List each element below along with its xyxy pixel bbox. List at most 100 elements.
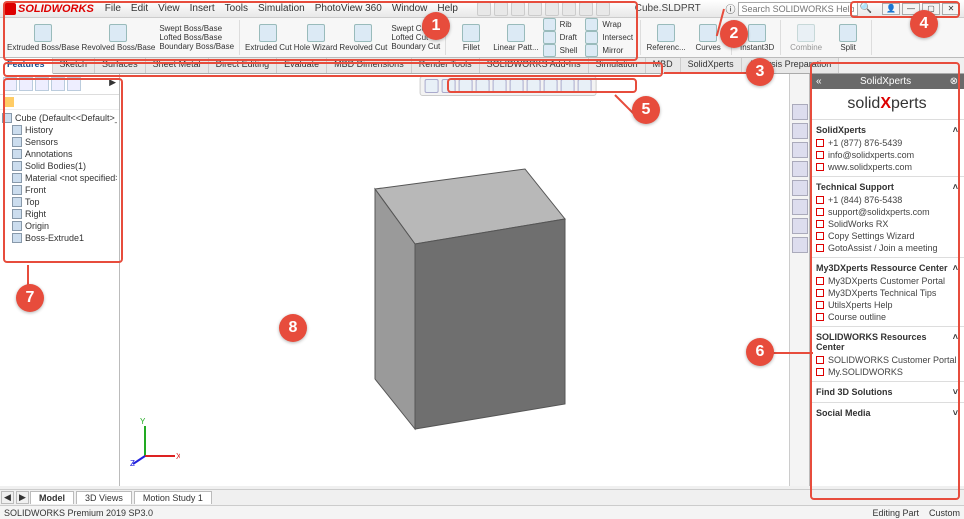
taskpane-solidxperts-icon[interactable] (792, 237, 808, 253)
tree-material[interactable]: Material <not specified> (2, 172, 117, 184)
close-button[interactable]: ✕ (942, 3, 960, 15)
taskpane-resources-icon[interactable] (792, 104, 808, 120)
fillet-button[interactable]: Fillet (451, 24, 491, 52)
help-icon[interactable]: ⓘ (726, 1, 736, 16)
copy-settings-wizard[interactable]: Copy Settings Wizard (816, 230, 958, 242)
menu-edit[interactable]: Edit (126, 2, 153, 15)
draft-button[interactable]: Draft (541, 31, 582, 44)
swept-boss-button[interactable]: Swept Boss/Base (157, 24, 236, 33)
section-header[interactable]: Find 3D Solutions˅ (816, 385, 958, 399)
tree-right-plane[interactable]: Right (2, 208, 117, 220)
taskpane-custom-props-icon[interactable] (792, 199, 808, 215)
fm-tab-display-icon[interactable] (67, 77, 81, 91)
section-header[interactable]: SolidXperts˄ (816, 123, 958, 137)
view-orientation-icon[interactable] (492, 79, 506, 93)
fm-tab-config-icon[interactable] (35, 77, 49, 91)
tab-direct-editing[interactable]: Direct Editing (209, 58, 278, 73)
revolved-boss-button[interactable]: Revolved Boss/Base (81, 24, 155, 52)
taskpane-forum-icon[interactable] (792, 218, 808, 234)
qat-options-icon[interactable] (596, 2, 610, 16)
fm-tab-property-icon[interactable] (19, 77, 33, 91)
tab-model[interactable]: Model (30, 491, 74, 504)
menu-insert[interactable]: Insert (185, 2, 220, 15)
tree-top-plane[interactable]: Top (2, 196, 117, 208)
tree-solid-bodies[interactable]: Solid Bodies(1) (2, 160, 117, 172)
taskpane-design-library-icon[interactable] (792, 123, 808, 139)
menu-view[interactable]: View (153, 2, 185, 15)
search-input[interactable] (738, 2, 858, 16)
split-button[interactable]: Split (828, 24, 868, 52)
tab-mbd[interactable]: MBD (646, 58, 681, 73)
taskpane-appearances-icon[interactable] (792, 180, 808, 196)
combine-button[interactable]: Combine (786, 24, 826, 52)
scroll-right-icon[interactable]: ▶ (16, 491, 29, 504)
support-phone[interactable]: +1 (844) 876-5438 (816, 194, 958, 206)
fm-expand-icon[interactable]: ▶ (109, 77, 116, 91)
qat-open-icon[interactable] (494, 2, 508, 16)
cube-model[interactable] (315, 129, 615, 449)
qat-save-icon[interactable] (511, 2, 525, 16)
edit-appearance-icon[interactable] (543, 79, 557, 93)
section-view-icon[interactable] (475, 79, 489, 93)
fm-tab-design-tree-icon[interactable] (3, 77, 17, 91)
menu-photoview[interactable]: PhotoView 360 (310, 2, 387, 15)
tab-sw-addins[interactable]: SOLIDWORKS Add-Ins (480, 58, 589, 73)
tab-surfaces[interactable]: Surfaces (95, 58, 146, 73)
revolved-cut-button[interactable]: Revolved Cut (339, 24, 387, 52)
tree-front-plane[interactable]: Front (2, 184, 117, 196)
intersect-button[interactable]: Intersect (583, 31, 637, 44)
view-settings-icon[interactable] (577, 79, 591, 93)
tab-sheet-metal[interactable]: Sheet Metal (146, 58, 209, 73)
tree-sensors[interactable]: Sensors (2, 136, 117, 148)
menu-window[interactable]: Window (387, 2, 433, 15)
shell-button[interactable]: Shell (541, 44, 582, 57)
sw-customer-portal[interactable]: SOLIDWORKS Customer Portal (816, 354, 958, 366)
section-header[interactable]: Technical Support˄ (816, 180, 958, 194)
zoom-area-icon[interactable] (441, 79, 455, 93)
tree-history[interactable]: History (2, 124, 117, 136)
contact-web[interactable]: www.solidxperts.com (816, 161, 958, 173)
utilsxperts-help[interactable]: UtilsXperts Help (816, 299, 958, 311)
course-outline[interactable]: Course outline (816, 311, 958, 323)
section-header[interactable]: SOLIDWORKS Resources Center˄ (816, 330, 958, 354)
search-icon[interactable]: 🔍 (860, 3, 872, 14)
qat-rebuild-icon[interactable] (579, 2, 593, 16)
tree-annotations[interactable]: Annotations (2, 148, 117, 160)
hide-show-icon[interactable] (526, 79, 540, 93)
scroll-left-icon[interactable]: ◀ (1, 491, 14, 504)
taskpane-file-explorer-icon[interactable] (792, 142, 808, 158)
contact-email[interactable]: info@solidxperts.com (816, 149, 958, 161)
lofted-boss-button[interactable]: Lofted Boss/Base (157, 33, 236, 42)
qat-print-icon[interactable] (528, 2, 542, 16)
qat-new-icon[interactable] (477, 2, 491, 16)
feature-filter[interactable] (0, 95, 119, 110)
technical-tips[interactable]: My3DXperts Technical Tips (816, 287, 958, 299)
contact-phone[interactable]: +1 (877) 876-5439 (816, 137, 958, 149)
extruded-boss-button[interactable]: Extruded Boss/Base (7, 24, 79, 52)
graphics-area[interactable]: Y X Z (120, 74, 789, 486)
hole-wizard-button[interactable]: Hole Wizard (294, 24, 338, 52)
zoom-fit-icon[interactable] (424, 79, 438, 93)
tab-sketch[interactable]: Sketch (53, 58, 96, 73)
qat-undo-icon[interactable] (545, 2, 559, 16)
tab-render-tools[interactable]: Render Tools (412, 58, 480, 73)
tab-features[interactable]: Features (0, 58, 53, 74)
menu-file[interactable]: File (100, 2, 126, 15)
extruded-cut-button[interactable]: Extruded Cut (245, 24, 292, 52)
apply-scene-icon[interactable] (560, 79, 574, 93)
rib-button[interactable]: Rib (541, 18, 582, 31)
qat-select-icon[interactable] (562, 2, 576, 16)
boundary-cut-button[interactable]: Boundary Cut (389, 42, 442, 51)
fm-tab-dim-icon[interactable] (51, 77, 65, 91)
user-icon[interactable]: 👤 (882, 3, 900, 15)
linear-pattern-button[interactable]: Linear Patt... (493, 24, 538, 52)
orientation-triad[interactable]: Y X Z (130, 416, 180, 466)
tab-motion-study[interactable]: Motion Study 1 (134, 491, 212, 504)
mirror-button[interactable]: Mirror (583, 44, 637, 57)
wrap-button[interactable]: Wrap (583, 18, 637, 31)
display-style-icon[interactable] (509, 79, 523, 93)
tab-simulation[interactable]: Simulation (589, 58, 646, 73)
my-solidworks[interactable]: My.SOLIDWORKS (816, 366, 958, 378)
tree-origin[interactable]: Origin (2, 220, 117, 232)
tab-solidxperts[interactable]: SolidXperts (681, 58, 742, 73)
